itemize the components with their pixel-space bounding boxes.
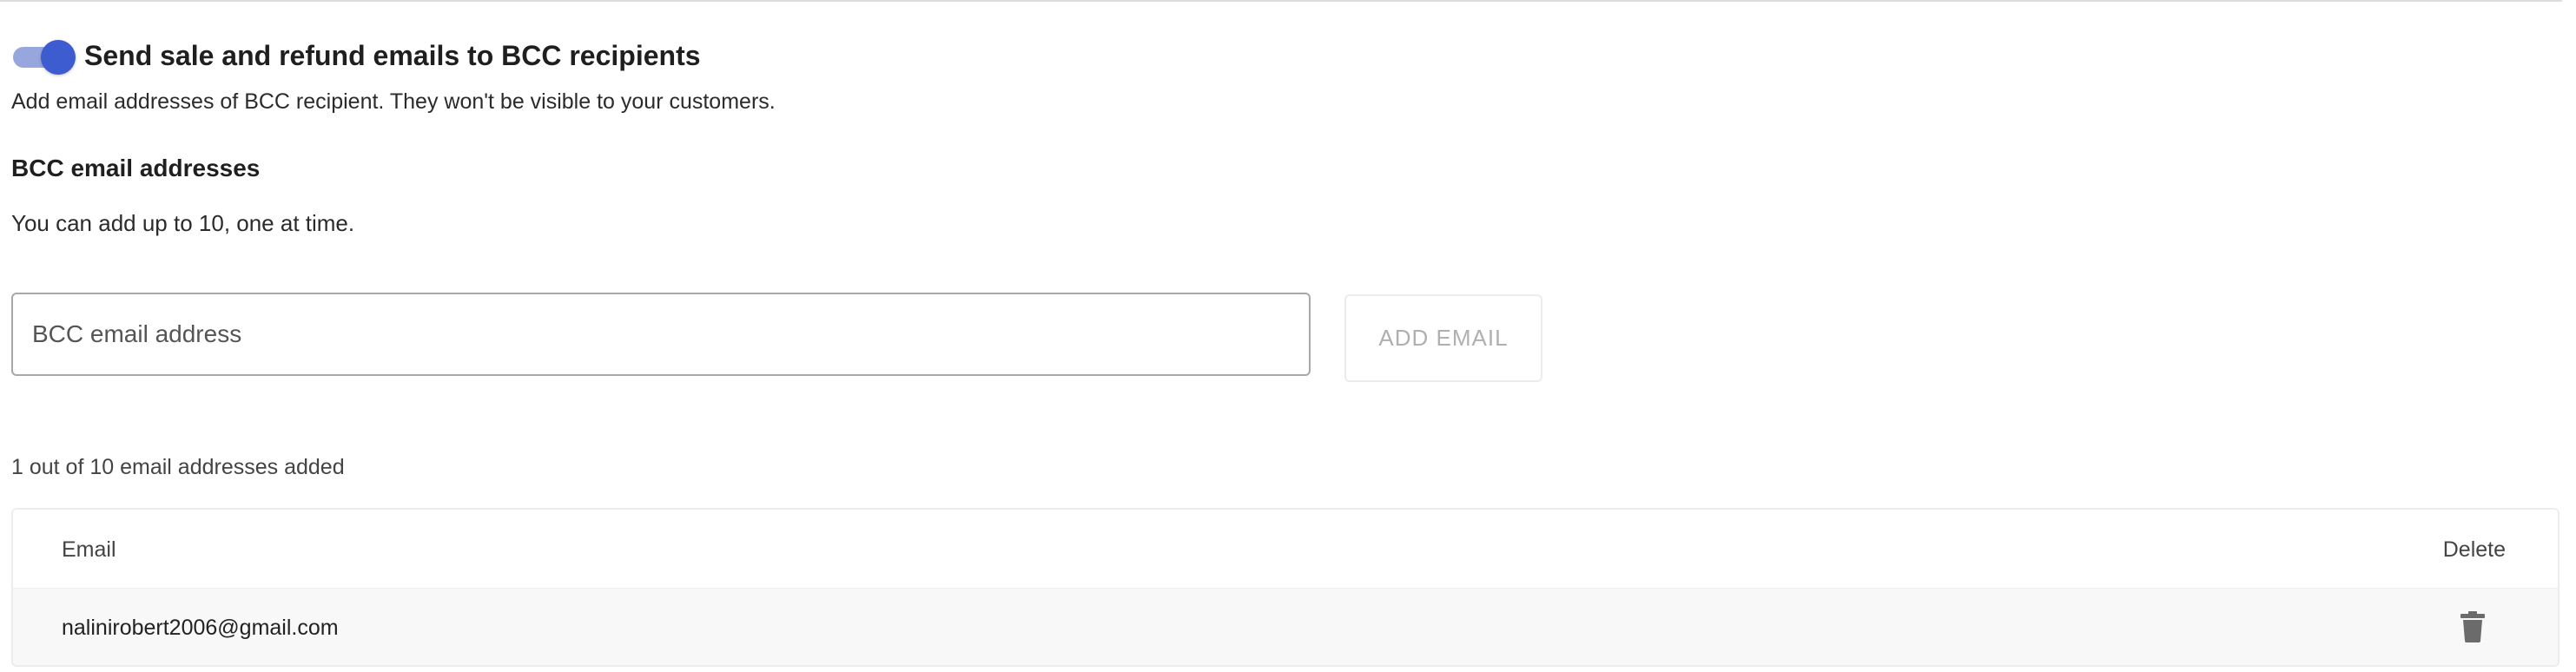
bcc-description: Add email addresses of BCC recipient. Th…: [11, 89, 776, 114]
add-email-button[interactable]: ADD EMAIL: [1344, 294, 1542, 382]
column-header-email: Email: [62, 537, 116, 562]
bcc-section-heading: BCC email addresses: [11, 155, 261, 181]
delete-email-button[interactable]: [2455, 609, 2490, 648]
table-row: nalinirobert2006@gmail.com: [13, 589, 2558, 665]
bcc-limit-hint: You can add up to 10, one at time.: [11, 210, 355, 236]
toggle-knob: [41, 40, 76, 75]
table-header: Email Delete: [13, 510, 2558, 589]
top-divider: [0, 0, 2562, 2]
bcc-toggle-title: Send sale and refund emails to BCC recip…: [84, 39, 701, 71]
bcc-email-input[interactable]: [11, 293, 1311, 376]
bcc-email-table: Email Delete nalinirobert2006@gmail.com: [11, 508, 2559, 667]
email-count-text: 1 out of 10 email addresses added: [11, 455, 345, 479]
bcc-toggle-switch[interactable]: [11, 36, 76, 75]
bcc-toggle-row: Send sale and refund emails to BCC recip…: [11, 36, 701, 75]
column-header-delete: Delete: [2442, 537, 2506, 562]
bcc-email-cell: nalinirobert2006@gmail.com: [62, 616, 339, 640]
trash-icon: [2460, 610, 2485, 647]
